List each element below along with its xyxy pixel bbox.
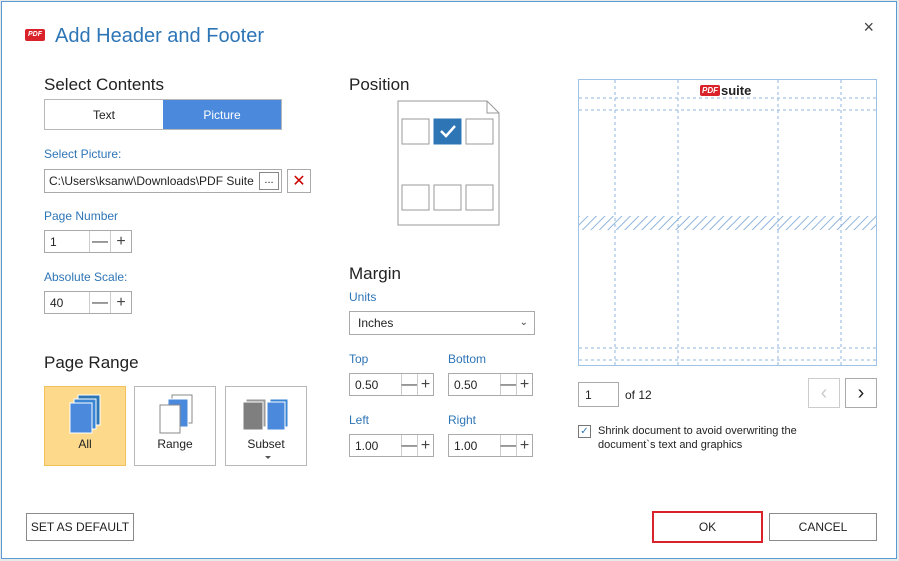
select-contents-heading: Select Contents <box>44 75 165 94</box>
select-picture-label: Select Picture: <box>44 147 122 161</box>
add-header-footer-dialog: PDF Add Header and Footer × Select Conte… <box>1 1 897 559</box>
pdf-logo-icon: PDF <box>700 85 720 96</box>
shrink-document-label: Shrink document to avoid overwriting the… <box>598 425 797 451</box>
range-range-label: Range <box>157 437 193 451</box>
page-number-stepper: 1 — + <box>44 230 132 253</box>
all-pages-icon <box>69 394 101 434</box>
page-number-increment-button[interactable]: + <box>110 231 131 252</box>
units-value: Inches <box>358 316 394 330</box>
position-bottom-left[interactable] <box>401 184 430 211</box>
units-select[interactable]: Inches ⌄ <box>349 311 535 335</box>
checkmark-icon: ✓ <box>580 426 589 437</box>
range-subset-label: Subset <box>247 437 285 451</box>
bottom-margin-decrement-button[interactable]: — <box>500 374 517 395</box>
right-margin-decrement-button[interactable]: — <box>500 435 517 456</box>
picture-path-field[interactable]: C:\Users\ksanw\Downloads\PDF Suite ... <box>44 169 282 193</box>
delete-picture-button[interactable]: ✕ <box>287 169 311 193</box>
page-range-icon <box>159 394 193 434</box>
delete-icon: ✕ <box>292 173 306 190</box>
position-heading: Position <box>349 75 410 94</box>
page-number-label: Page Number <box>44 209 119 223</box>
previous-page-button[interactable]: ‹ <box>808 378 840 408</box>
units-label: Units <box>349 290 377 304</box>
position-grid <box>397 100 500 226</box>
left-margin-increment-button[interactable]: + <box>417 435 433 456</box>
left-margin-decrement-button[interactable]: — <box>401 435 418 456</box>
scale-increment-button[interactable]: + <box>110 292 131 313</box>
bottom-margin-input[interactable]: 0.50 <box>449 378 500 392</box>
dialog-title: Add Header and Footer <box>55 25 265 47</box>
margin-heading: Margin <box>349 264 401 283</box>
chevron-right-icon: › <box>857 381 865 404</box>
bottom-margin-increment-button[interactable]: + <box>516 374 532 395</box>
right-margin-input[interactable]: 1.00 <box>449 439 500 453</box>
shrink-document-checkbox[interactable]: ✓ <box>578 425 591 438</box>
absolute-scale-label: Absolute Scale: <box>44 270 128 284</box>
page-number-decrement-button[interactable]: — <box>89 231 110 252</box>
suite-logo-text: suite <box>721 83 752 98</box>
absolute-scale-stepper: 40 — + <box>44 291 132 314</box>
page-number-input[interactable]: 1 <box>45 235 89 249</box>
top-margin-increment-button[interactable]: + <box>417 374 433 395</box>
set-as-default-button[interactable]: SET AS DEFAULT <box>26 513 134 541</box>
preview-guides <box>579 80 876 365</box>
next-page-button[interactable]: › <box>845 378 877 408</box>
position-bottom-right[interactable] <box>465 184 494 211</box>
chevron-left-icon: ‹ <box>820 381 828 404</box>
range-all-button[interactable]: All <box>44 386 126 466</box>
scale-decrement-button[interactable]: — <box>89 292 110 313</box>
preview-page-input[interactable]: 1 <box>578 382 619 407</box>
close-icon[interactable]: × <box>863 18 874 36</box>
tab-text[interactable]: Text <box>45 100 163 129</box>
cancel-button[interactable]: CANCEL <box>769 513 877 541</box>
browse-button[interactable]: ... <box>259 172 279 190</box>
bottom-margin-stepper: 0.50 — + <box>448 373 533 396</box>
ok-button[interactable]: OK <box>656 514 759 540</box>
range-range-button[interactable]: Range <box>134 386 216 466</box>
content-type-toggle: Text Picture <box>44 99 282 130</box>
pdf-logo-icon: PDF <box>25 29 45 41</box>
right-margin-increment-button[interactable]: + <box>516 435 532 456</box>
left-margin-label: Left <box>349 413 370 427</box>
pdfsuite-logo: PDF suite <box>700 83 751 98</box>
right-margin-label: Right <box>448 413 477 427</box>
page-preview: PDF suite <box>578 79 877 366</box>
chevron-down-icon: ⌄ <box>519 317 528 328</box>
top-margin-label: Top <box>349 352 369 366</box>
left-margin-input[interactable]: 1.00 <box>350 439 401 453</box>
subset-pages-icon <box>242 398 289 431</box>
tab-picture[interactable]: Picture <box>163 100 281 129</box>
picture-path-text: C:\Users\ksanw\Downloads\PDF Suite <box>49 174 254 188</box>
bottom-margin-label: Bottom <box>448 352 487 366</box>
right-margin-stepper: 1.00 — + <box>448 434 533 457</box>
page-range-heading: Page Range <box>44 353 139 372</box>
absolute-scale-input[interactable]: 40 <box>45 296 89 310</box>
range-all-label: All <box>78 437 92 451</box>
top-margin-input[interactable]: 0.50 <box>350 378 401 392</box>
range-subset-button[interactable]: Subset <box>225 386 307 466</box>
left-margin-stepper: 1.00 — + <box>349 434 434 457</box>
position-top-right[interactable] <box>465 118 494 145</box>
page-count-label: of 12 <box>625 388 652 402</box>
chevron-down-icon <box>265 456 271 459</box>
position-top-left[interactable] <box>401 118 430 145</box>
top-margin-stepper: 0.50 — + <box>349 373 434 396</box>
top-margin-decrement-button[interactable]: — <box>401 374 418 395</box>
position-bottom-center[interactable] <box>433 184 462 211</box>
position-top-center[interactable] <box>433 118 462 145</box>
